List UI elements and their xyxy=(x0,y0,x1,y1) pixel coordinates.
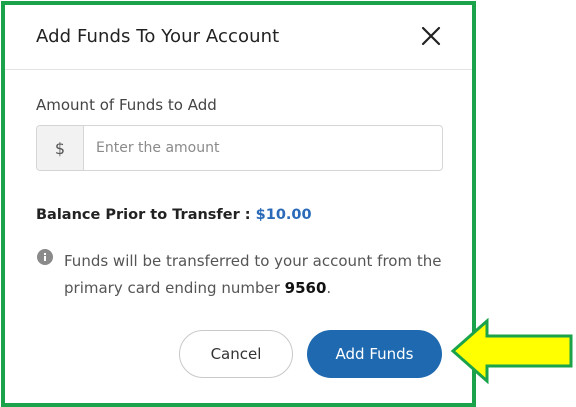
card-last4: 9560 xyxy=(284,279,327,297)
balance-line: Balance Prior to Transfer : $10.00 xyxy=(36,207,312,223)
transfer-info-text: Funds will be transferred to your accoun… xyxy=(64,248,454,302)
dialog-header: Add Funds To Your Account xyxy=(5,5,472,70)
cancel-button[interactable]: Cancel xyxy=(179,330,293,378)
currency-prefix: $ xyxy=(37,126,84,170)
add-funds-dialog: Add Funds To Your Account Amount of Fund… xyxy=(1,1,476,407)
close-icon[interactable] xyxy=(419,24,443,48)
info-text-prefix: Funds will be transferred to your accoun… xyxy=(64,252,442,297)
balance-label: Balance Prior to Transfer : xyxy=(36,207,251,223)
amount-label: Amount of Funds to Add xyxy=(36,96,217,114)
info-text-suffix: . xyxy=(326,279,332,297)
info-icon xyxy=(37,249,53,265)
dialog-title: Add Funds To Your Account xyxy=(36,26,280,47)
balance-value: $10.00 xyxy=(255,207,312,223)
arrow-left-icon xyxy=(450,318,573,384)
amount-input[interactable] xyxy=(84,126,442,170)
add-funds-button[interactable]: Add Funds xyxy=(307,330,442,378)
amount-input-group: $ xyxy=(36,125,443,171)
